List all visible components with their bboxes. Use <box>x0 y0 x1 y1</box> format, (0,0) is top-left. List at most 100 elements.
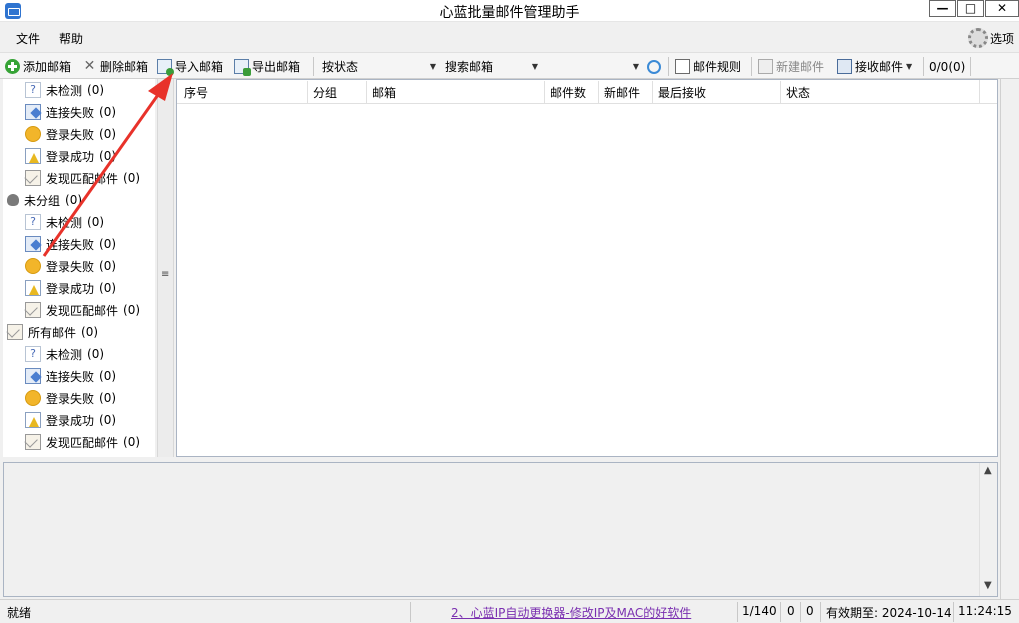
import-mailbox-label: 导入邮箱 <box>175 60 224 74</box>
link-icon <box>25 104 41 120</box>
promo-link[interactable]: 2、心蓝IP自动更换器-修改IP及MAC的好软件 <box>451 604 691 621</box>
tree-scrollbar[interactable]: ▲ ≡ <box>157 79 174 457</box>
tree-item-login-success[interactable]: 登录成功 (0) <box>25 409 116 431</box>
link-icon <box>25 236 41 252</box>
group-tree: ? 未检测 (0) 连接失败 (0) 登录失败 (0) 登录成功 (0) 发现匹… <box>3 79 155 457</box>
tree-group-ungrouped[interactable]: 未分组 (0) <box>7 189 82 211</box>
mail-rules-button[interactable]: 邮件规则 <box>675 57 741 76</box>
column-divider[interactable] <box>598 81 599 103</box>
status-separator <box>953 602 954 622</box>
tree-group-label: 未分组 <box>24 193 61 208</box>
delete-mailbox-button[interactable]: ✕ 删除邮箱 <box>82 57 148 76</box>
toolbar-separator <box>313 57 314 76</box>
add-icon <box>5 59 20 74</box>
mail-icon <box>25 434 41 450</box>
scroll-up-icon[interactable]: ▲ <box>984 465 992 476</box>
status-separator <box>737 602 738 622</box>
scroll-up-icon[interactable]: ▲ <box>160 82 168 93</box>
tree-group-count: (0) <box>65 193 83 207</box>
log-panel: ▲ ▼ <box>3 462 998 597</box>
import-icon <box>157 59 174 76</box>
chevron-down-icon: ▼ <box>632 61 639 71</box>
tree-item-label: 发现匹配邮件 <box>46 171 119 186</box>
menu-help[interactable]: 帮助 <box>59 30 83 47</box>
column-divider[interactable] <box>544 81 545 103</box>
right-side-panel[interactable] <box>1000 79 1019 619</box>
column-header-status[interactable]: 状态 <box>786 84 810 101</box>
tree-item-login-success[interactable]: 登录成功 (0) <box>25 145 116 167</box>
add-mailbox-button[interactable]: 添加邮箱 <box>5 57 71 76</box>
column-divider[interactable] <box>652 81 653 103</box>
column-header-group[interactable]: 分组 <box>313 84 337 101</box>
tree-item-count: (0) <box>99 105 117 119</box>
search-field-value: 搜索邮箱 <box>445 59 494 74</box>
status-separator <box>820 602 821 622</box>
tree-group-label: 所有邮件 <box>28 325 77 340</box>
column-header-new-mail[interactable]: 新邮件 <box>604 84 640 101</box>
tree-item-connect-failed[interactable]: 连接失败 (0) <box>25 101 116 123</box>
tree-item-connect-failed[interactable]: 连接失败 (0) <box>25 233 116 255</box>
log-scrollbar[interactable]: ▲ ▼ <box>979 463 997 596</box>
export-mailbox-button[interactable]: 导出邮箱 <box>234 57 300 76</box>
options-button[interactable]: 选项 <box>967 28 1014 48</box>
toolbar-separator <box>668 57 669 76</box>
tree-item-count: (0) <box>99 281 117 295</box>
column-divider[interactable] <box>307 81 308 103</box>
tree-item-matched-mail[interactable]: 发现匹配邮件 (0) <box>25 299 140 321</box>
gear-icon <box>967 28 988 48</box>
status-separator <box>780 602 781 622</box>
status-ready: 就绪 <box>7 606 32 620</box>
column-header-mail-count[interactable]: 邮件数 <box>550 84 586 101</box>
receive-mail-label: 接收邮件 <box>855 60 904 74</box>
minimize-button[interactable]: — <box>929 0 956 17</box>
maximize-button[interactable]: □ <box>957 0 984 17</box>
column-header-last-received[interactable]: 最后接收 <box>658 84 706 101</box>
receive-mail-icon <box>837 59 852 74</box>
tree-item-label: 登录失败 <box>46 259 95 274</box>
column-divider[interactable] <box>780 81 781 103</box>
scroll-down-icon[interactable]: ▼ <box>984 580 992 591</box>
column-divider[interactable] <box>366 81 367 103</box>
close-button[interactable]: ✕ <box>985 0 1019 17</box>
tree-item-label: 未检测 <box>46 215 83 230</box>
tree-item-unchecked[interactable]: ? 未检测 (0) <box>25 211 104 233</box>
tree-item-login-success[interactable]: 登录成功 (0) <box>25 277 116 299</box>
tree-group-all-mail[interactable]: 所有邮件 (0) <box>7 321 98 343</box>
tree-item-label: 登录失败 <box>46 391 95 406</box>
toolbar-separator <box>923 57 924 76</box>
tree-item-label: 未检测 <box>46 347 83 362</box>
tree-item-unchecked[interactable]: ? 未检测 (0) <box>25 343 104 365</box>
search-field-dropdown[interactable]: 搜索邮箱 ▼ <box>441 56 542 76</box>
search-input[interactable]: ▼ <box>543 56 643 76</box>
import-mailbox-button[interactable]: 导入邮箱 <box>157 57 223 76</box>
delete-mailbox-label: 删除邮箱 <box>100 60 149 74</box>
warning-icon <box>25 280 41 296</box>
tree-item-matched-mail[interactable]: 发现匹配邮件 (0) <box>25 431 140 453</box>
question-icon: ? <box>25 346 41 362</box>
column-header-index[interactable]: 序号 <box>184 84 208 101</box>
tree-item-login-failed[interactable]: 登录失败 (0) <box>25 387 116 409</box>
table-header: 序号 分组 邮箱 邮件数 新邮件 最后接收 状态 <box>177 80 997 104</box>
menu-file[interactable]: 文件 <box>16 30 40 47</box>
column-header-mailbox[interactable]: 邮箱 <box>372 84 396 101</box>
menu-bar: 文件 帮助 选项 <box>0 25 1019 51</box>
tree-item-login-failed[interactable]: 登录失败 (0) <box>25 255 116 277</box>
status-count-a: 0 <box>787 604 795 618</box>
tree-item-matched-mail[interactable]: 发现匹配邮件 (0) <box>25 167 140 189</box>
tree-item-login-failed[interactable]: 登录失败 (0) <box>25 123 116 145</box>
delete-icon: ✕ <box>83 58 96 74</box>
table-header-filler <box>979 80 997 104</box>
receive-mail-button[interactable]: 接收邮件 ▼ <box>837 57 912 76</box>
status-expiry: 有效期至: 2024-10-14 <box>826 606 952 620</box>
status-filter-dropdown[interactable]: 按状态 ▼ <box>318 56 440 76</box>
new-mail-button[interactable]: 新建邮件 <box>758 57 824 76</box>
mail-icon <box>7 324 23 340</box>
options-label: 选项 <box>989 31 1014 46</box>
tree-item-unchecked[interactable]: ? 未检测 (0) <box>25 79 104 101</box>
rules-icon <box>675 59 690 74</box>
tree-item-connect-failed[interactable]: 连接失败 (0) <box>25 365 116 387</box>
mail-count: 0/0(0) <box>929 57 965 76</box>
status-separator <box>410 602 411 622</box>
search-button[interactable] <box>647 57 661 76</box>
splitter-grip-icon[interactable]: ≡ <box>161 269 169 280</box>
